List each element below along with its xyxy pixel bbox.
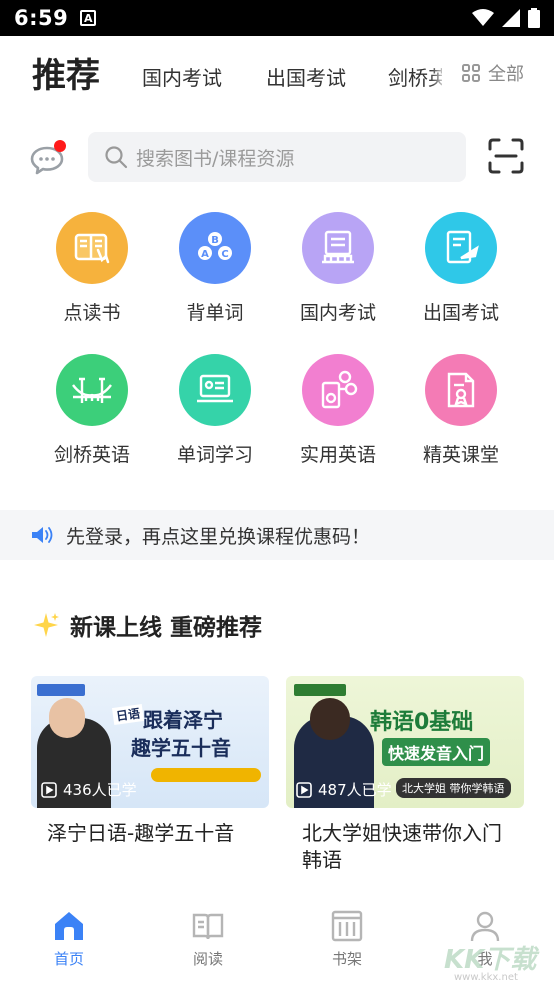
watermark-logo: KK下载 www.kkx.net xyxy=(440,938,552,983)
learner-count: 487人已学 xyxy=(296,779,392,800)
banner-line1: 跟着泽宁 xyxy=(143,708,223,732)
svg-text:B: B xyxy=(211,235,219,246)
tab-recommend[interactable]: 推荐 xyxy=(32,48,100,97)
battery-icon xyxy=(528,8,540,28)
book-open-icon xyxy=(192,913,224,940)
course-thumbnail: 韩语0基础 快速发音入门 北大学姐 带你学韩语 487人已学 xyxy=(286,676,524,808)
play-icon xyxy=(41,781,57,798)
reading-book-icon xyxy=(56,212,128,284)
course-thumbnail: 日语 跟着泽宁 趣学五十音 436人已学 xyxy=(31,676,269,808)
message-button[interactable] xyxy=(28,138,68,178)
section-header: 新课上线 重磅推荐 xyxy=(32,608,262,642)
svg-text:A: A xyxy=(201,249,209,260)
svg-text:www.kkx.net: www.kkx.net xyxy=(454,972,518,982)
bridge-icon xyxy=(56,354,128,426)
search-icon xyxy=(105,146,128,169)
notice-text: 先登录，再点这里兑换课程优惠码！ xyxy=(66,525,371,548)
svg-text:C: C xyxy=(221,249,228,260)
banner-line2: 快速发音入门 xyxy=(382,738,491,766)
status-bar: 6:59 A xyxy=(0,0,554,36)
feature-memorize-words[interactable]: BA C 背单词 xyxy=(160,212,270,325)
feature-label: 背单词 xyxy=(186,302,244,324)
course-title: 北大学姐快速带你入门韩语 xyxy=(302,821,502,872)
scan-icon xyxy=(488,138,524,174)
tab-home-label: 首页 xyxy=(53,950,84,968)
feature-reading-book[interactable]: 点读书 xyxy=(37,212,147,325)
coupon-notice[interactable]: 先登录，再点这里兑换课程优惠码！ xyxy=(0,510,554,560)
tab-read-label: 阅读 xyxy=(192,950,223,968)
feature-label: 点读书 xyxy=(63,302,121,324)
banner-line1: 韩语0基础 xyxy=(370,710,474,735)
speaker-icon xyxy=(32,527,53,543)
bookshelf-icon xyxy=(331,910,363,942)
status-time: 6:59 xyxy=(14,6,69,30)
tab-domestic-exam[interactable]: 国内考试 xyxy=(142,62,222,91)
course-card[interactable]: 韩语0基础 快速发音入门 北大学姐 带你学韩语 487人已学 北大学姐快速带你入… xyxy=(286,676,524,874)
laptop-card-icon xyxy=(179,354,251,426)
feature-elite-class[interactable]: 精英课堂 xyxy=(406,354,516,467)
feature-label: 出国考试 xyxy=(422,302,499,324)
section-title: 新课上线 重磅推荐 xyxy=(70,615,263,641)
feature-cambridge-english[interactable]: 剑桥英语 xyxy=(37,354,147,467)
tab-read[interactable]: 阅读 xyxy=(168,908,248,969)
play-icon xyxy=(296,781,312,798)
tab-cambridge[interactable]: 剑桥英 xyxy=(386,58,442,92)
banner-tag: 北大学姐 带你学韩语 xyxy=(396,778,511,798)
message-bubble-icon xyxy=(30,140,66,175)
feature-label: 精英课堂 xyxy=(422,444,499,466)
home-icon xyxy=(55,912,83,940)
feature-label: 剑桥英语 xyxy=(53,444,130,466)
tab-bookshelf-label: 书架 xyxy=(331,950,362,968)
feature-practical-english[interactable]: 实用英语 xyxy=(283,354,393,467)
status-icons xyxy=(472,8,540,28)
certificate-icon xyxy=(425,354,497,426)
unread-dot xyxy=(54,140,66,152)
signal-icon xyxy=(502,9,520,27)
banner-tag: 日语 xyxy=(111,703,145,726)
feature-domestic-exam[interactable]: 国内考试 xyxy=(283,212,393,325)
brand-logo xyxy=(294,684,346,696)
feature-label: 单词学习 xyxy=(176,444,253,466)
feature-word-learning[interactable]: 单词学习 xyxy=(160,354,270,467)
svg-text:KK下载: KK下载 xyxy=(444,945,540,975)
search-input[interactable]: 搜索图书/课程资源 xyxy=(88,132,466,182)
course-card[interactable]: 日语 跟着泽宁 趣学五十音 436人已学 泽宁日语-趣学五十音 xyxy=(31,676,269,847)
feature-label: 国内考试 xyxy=(299,302,376,324)
course-title: 泽宁日语-趣学五十音 xyxy=(47,821,235,845)
all-categories-label: 全部 xyxy=(488,64,524,85)
tab-bookshelf[interactable]: 书架 xyxy=(307,908,387,969)
search-placeholder: 搜索图书/课程资源 xyxy=(136,147,295,170)
feature-label: 实用英语 xyxy=(299,444,376,466)
exam-building-icon xyxy=(302,212,374,284)
music-player-icon xyxy=(302,354,374,426)
tab-overseas-exam[interactable]: 出国考试 xyxy=(266,62,346,91)
scan-button[interactable] xyxy=(488,138,524,174)
feature-overseas-exam[interactable]: 出国考试 xyxy=(406,212,516,325)
all-categories-button[interactable]: 全部 xyxy=(446,50,554,96)
tab-home[interactable]: 首页 xyxy=(29,908,109,969)
brand-logo xyxy=(37,684,85,696)
notification-badge: A xyxy=(80,10,97,26)
grid-icon xyxy=(462,64,480,82)
learner-count: 436人已学 xyxy=(41,779,137,800)
wifi-icon xyxy=(472,9,494,26)
abc-words-icon: BA C xyxy=(179,212,251,284)
sparkle-icon xyxy=(34,613,59,637)
top-tabs: 推荐 国内考试 出国考试 剑桥英 全部 xyxy=(0,36,554,110)
plane-document-icon xyxy=(425,212,497,284)
banner-line2: 趣学五十音 xyxy=(131,736,231,760)
